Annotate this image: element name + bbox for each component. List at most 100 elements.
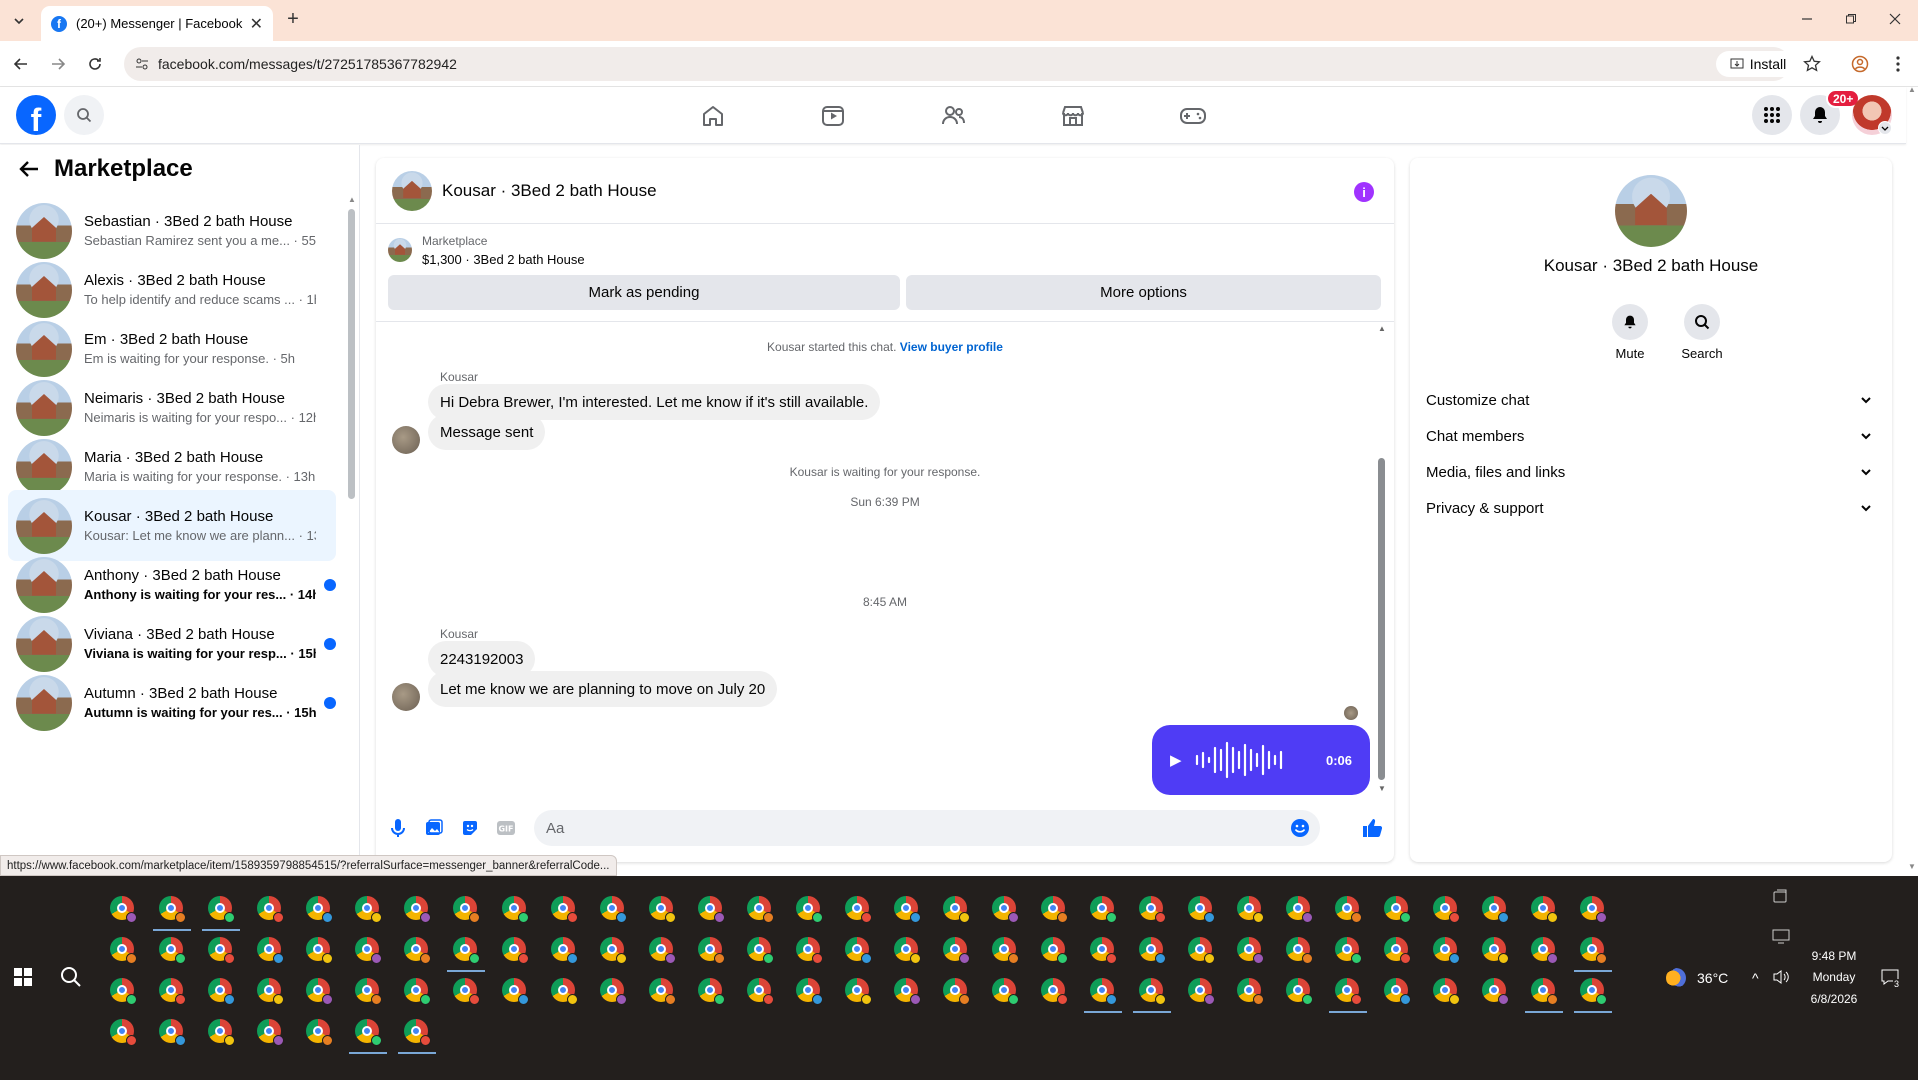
- speaker-icon[interactable]: [1772, 969, 1790, 985]
- chat-avatar[interactable]: [392, 170, 432, 211]
- details-section-row[interactable]: Media, files and links: [1426, 457, 1878, 487]
- menu-grid-button[interactable]: [1752, 95, 1792, 135]
- task-view-icon[interactable]: [1772, 889, 1788, 905]
- chrome-window-icon[interactable]: [306, 937, 333, 964]
- more-options-button[interactable]: More options: [906, 275, 1381, 310]
- play-icon[interactable]: ▶: [1170, 751, 1182, 769]
- chrome-window-icon[interactable]: [551, 937, 578, 964]
- sender-avatar[interactable]: [392, 426, 420, 454]
- tab-search-icon[interactable]: [8, 10, 30, 32]
- chrome-window-icon[interactable]: [649, 896, 676, 923]
- chrome-window-icon[interactable]: [796, 978, 823, 1005]
- home-icon[interactable]: [698, 101, 728, 131]
- emoji-icon[interactable]: [1290, 818, 1310, 838]
- chrome-window-icon[interactable]: [159, 1019, 186, 1046]
- details-section-row[interactable]: Privacy & support: [1426, 493, 1878, 523]
- minimize-icon[interactable]: [1796, 8, 1818, 30]
- chrome-window-icon[interactable]: [551, 896, 578, 923]
- chrome-window-icon[interactable]: [208, 937, 235, 964]
- chrome-window-icon[interactable]: [1286, 896, 1313, 923]
- chrome-window-icon[interactable]: [159, 896, 186, 923]
- conversation-item[interactable]: Autumn · 3Bed 2 bath House Autumn is wait…: [8, 667, 336, 738]
- sidebar-scrollbar[interactable]: [348, 209, 355, 499]
- profile-icon[interactable]: [1848, 52, 1872, 76]
- facebook-search-button[interactable]: [64, 95, 104, 135]
- chrome-window-icon[interactable]: [1433, 978, 1460, 1005]
- chrome-window-icon[interactable]: [355, 937, 382, 964]
- chrome-window-icon[interactable]: [796, 937, 823, 964]
- restore-icon[interactable]: [1840, 8, 1862, 30]
- weather-temp[interactable]: 36°C: [1697, 970, 1728, 986]
- chrome-window-icon[interactable]: [453, 896, 480, 923]
- view-buyer-profile-link[interactable]: View buyer profile: [900, 340, 1003, 354]
- chrome-window-icon[interactable]: [1335, 896, 1362, 923]
- chrome-window-icon[interactable]: [698, 896, 725, 923]
- chrome-window-icon[interactable]: [306, 896, 333, 923]
- chrome-window-icon[interactable]: [502, 978, 529, 1005]
- chat-scrollbar[interactable]: [1378, 458, 1385, 780]
- chrome-window-icon[interactable]: [355, 1019, 382, 1046]
- chrome-window-icon[interactable]: [159, 937, 186, 964]
- clock-time[interactable]: 9:48 PM: [1806, 949, 1862, 963]
- chrome-window-icon[interactable]: [404, 1019, 431, 1046]
- chrome-window-icon[interactable]: [992, 937, 1019, 964]
- chrome-window-icon[interactable]: [1237, 896, 1264, 923]
- chat-scroll-up[interactable]: ▲: [1378, 324, 1386, 333]
- chrome-window-icon[interactable]: [1139, 978, 1166, 1005]
- chrome-window-icon[interactable]: [1433, 937, 1460, 964]
- chrome-window-icon[interactable]: [1580, 937, 1607, 964]
- desktop-icon[interactable]: [1772, 929, 1790, 945]
- chrome-window-icon[interactable]: [453, 978, 480, 1005]
- mark-as-pending-button[interactable]: Mark as pending: [388, 275, 900, 310]
- chrome-window-icon[interactable]: [355, 978, 382, 1005]
- chrome-window-icon[interactable]: [355, 896, 382, 923]
- mute-button[interactable]: Mute: [1600, 304, 1660, 361]
- tray-chevron-icon[interactable]: ^: [1752, 970, 1759, 986]
- chrome-window-icon[interactable]: [894, 937, 921, 964]
- chrome-window-icon[interactable]: [1384, 896, 1411, 923]
- chrome-window-icon[interactable]: [1188, 978, 1215, 1005]
- chrome-window-icon[interactable]: [110, 1019, 137, 1046]
- chrome-window-icon[interactable]: [943, 937, 970, 964]
- marketplace-icon[interactable]: [1058, 101, 1088, 131]
- page-scrollbar-up[interactable]: ▲: [1908, 85, 1916, 94]
- chrome-window-icon[interactable]: [110, 978, 137, 1005]
- sender-avatar[interactable]: [392, 683, 420, 711]
- bookmark-star-icon[interactable]: [1800, 52, 1824, 76]
- chrome-window-icon[interactable]: [600, 937, 627, 964]
- reload-icon[interactable]: [84, 53, 106, 75]
- tab-close-icon[interactable]: ✕: [250, 14, 263, 34]
- chrome-window-icon[interactable]: [208, 1019, 235, 1046]
- chrome-window-icon[interactable]: [1433, 896, 1460, 923]
- chrome-window-icon[interactable]: [1482, 937, 1509, 964]
- chrome-window-icon[interactable]: [1580, 896, 1607, 923]
- search-conversation-button[interactable]: Search: [1672, 304, 1732, 361]
- chrome-window-icon[interactable]: [943, 896, 970, 923]
- close-window-icon[interactable]: [1884, 8, 1906, 30]
- chrome-window-icon[interactable]: [1531, 978, 1558, 1005]
- chrome-window-icon[interactable]: [747, 978, 774, 1005]
- chrome-window-icon[interactable]: [1482, 978, 1509, 1005]
- chrome-window-icon[interactable]: [1482, 896, 1509, 923]
- gif-icon[interactable]: GIF: [496, 818, 516, 838]
- chat-title[interactable]: Kousar · 3Bed 2 bath House: [442, 181, 657, 201]
- chrome-window-icon[interactable]: [502, 896, 529, 923]
- chrome-window-icon[interactable]: [1384, 937, 1411, 964]
- start-button[interactable]: [14, 968, 32, 986]
- sidebar-scroll-up[interactable]: ▲: [348, 195, 356, 204]
- message-bubble[interactable]: Let me know we are planning to move on J…: [428, 671, 778, 707]
- chrome-window-icon[interactable]: [1041, 978, 1068, 1005]
- chrome-window-icon[interactable]: [1237, 978, 1264, 1005]
- forward-icon[interactable]: [47, 53, 69, 75]
- new-tab-icon[interactable]: +: [282, 8, 304, 30]
- chrome-window-icon[interactable]: [257, 1019, 284, 1046]
- microphone-icon[interactable]: [388, 818, 408, 838]
- chrome-window-icon[interactable]: [600, 978, 627, 1005]
- browser-menu-icon[interactable]: [1886, 52, 1910, 76]
- chrome-window-icon[interactable]: [110, 896, 137, 923]
- chrome-window-icon[interactable]: [257, 937, 284, 964]
- page-scrollbar-down[interactable]: ▼: [1908, 862, 1916, 871]
- chrome-window-icon[interactable]: [1139, 937, 1166, 964]
- chrome-window-icon[interactable]: [404, 978, 431, 1005]
- marketplace-listing-banner[interactable]: Marketplace $1,300 · 3Bed 2 bath House: [388, 234, 585, 267]
